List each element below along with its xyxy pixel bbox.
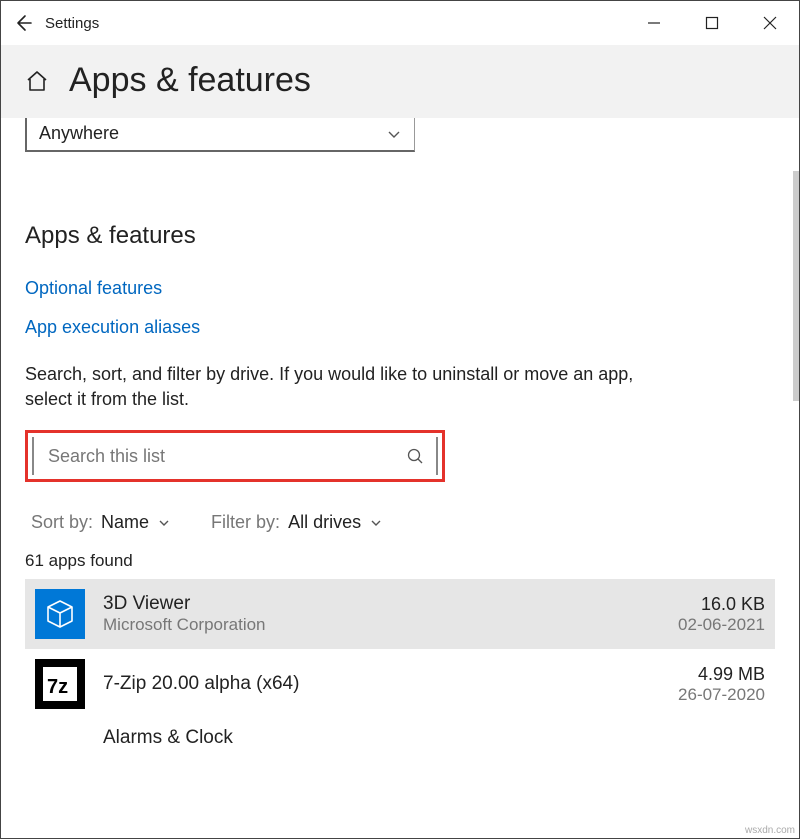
- chevron-down-icon: [386, 126, 402, 142]
- titlebar: Settings: [1, 1, 799, 45]
- search-highlight: [25, 430, 445, 482]
- app-publisher: Microsoft Corporation: [103, 615, 660, 635]
- sort-label: Sort by:: [31, 512, 93, 533]
- search-icon: [406, 447, 424, 465]
- app-date: 26-07-2020: [678, 685, 765, 705]
- app-name: 7-Zip 20.00 alpha (x64): [103, 673, 660, 695]
- window-title: Settings: [45, 15, 99, 32]
- install-source-dropdown[interactable]: Anywhere: [25, 118, 415, 152]
- content-area: Anywhere Apps & features Optional featur…: [1, 118, 799, 818]
- app-meta: 16.0 KB 02-06-2021: [678, 594, 765, 635]
- app-date: 02-06-2021: [678, 615, 765, 635]
- search-input[interactable]: [46, 445, 406, 468]
- app-execution-aliases-link[interactable]: App execution aliases: [25, 317, 775, 338]
- helper-text: Search, sort, and filter by drive. If yo…: [25, 362, 665, 412]
- apps-count: 61 apps found: [25, 551, 775, 571]
- install-source-value: Anywhere: [39, 123, 119, 144]
- filter-by-dropdown[interactable]: Filter by: All drives: [211, 512, 383, 533]
- page-title: Apps & features: [69, 61, 311, 100]
- chevron-down-icon: [369, 516, 383, 530]
- maximize-button[interactable]: [683, 1, 741, 45]
- app-info: 7-Zip 20.00 alpha (x64): [103, 673, 660, 695]
- minimize-button[interactable]: [625, 1, 683, 45]
- filter-label: Filter by:: [211, 512, 280, 533]
- page-header: Apps & features: [1, 45, 799, 118]
- cube-icon: [43, 597, 77, 631]
- minimize-icon: [647, 16, 661, 30]
- filter-value: All drives: [288, 512, 361, 533]
- attribution: wsxdn.com: [745, 825, 795, 836]
- search-box[interactable]: [32, 437, 438, 475]
- app-row[interactable]: 3D Viewer Microsoft Corporation 16.0 KB …: [25, 579, 775, 649]
- app-name: 3D Viewer: [103, 593, 660, 615]
- sort-value: Name: [101, 512, 149, 533]
- 7z-icon: 7z: [39, 663, 81, 705]
- maximize-icon: [705, 16, 719, 30]
- app-meta: 4.99 MB 26-07-2020: [678, 664, 765, 705]
- back-button[interactable]: [1, 1, 45, 45]
- app-icon-7zip: 7z: [35, 659, 85, 709]
- app-name: Alarms & Clock: [25, 719, 775, 749]
- window-controls: [625, 1, 799, 45]
- app-info: 3D Viewer Microsoft Corporation: [103, 593, 660, 635]
- app-icon-3d-viewer: [35, 589, 85, 639]
- close-icon: [763, 16, 777, 30]
- back-arrow-icon: [13, 13, 33, 33]
- chevron-down-icon: [157, 516, 171, 530]
- scrollbar[interactable]: [793, 171, 799, 401]
- optional-features-link[interactable]: Optional features: [25, 278, 775, 299]
- app-size: 4.99 MB: [678, 664, 765, 685]
- sort-by-dropdown[interactable]: Sort by: Name: [31, 512, 171, 533]
- section-title: Apps & features: [25, 222, 775, 250]
- app-row[interactable]: 7z 7-Zip 20.00 alpha (x64) 4.99 MB 26-07…: [25, 649, 775, 719]
- app-size: 16.0 KB: [678, 594, 765, 615]
- filters-row: Sort by: Name Filter by: All drives: [25, 512, 775, 533]
- close-button[interactable]: [741, 1, 799, 45]
- svg-text:7z: 7z: [47, 676, 68, 698]
- home-icon[interactable]: [25, 69, 49, 93]
